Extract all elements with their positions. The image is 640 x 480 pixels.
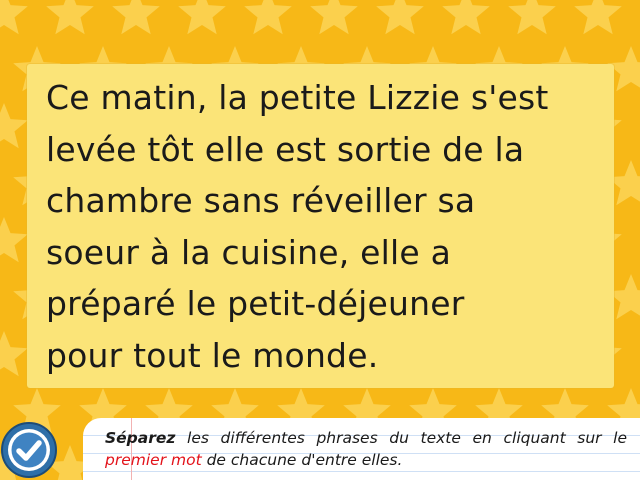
passage-word[interactable]: petit-déjeuner	[227, 284, 464, 323]
passage-word[interactable]: levée	[46, 130, 137, 169]
background-star	[0, 217, 28, 263]
background-star	[442, 0, 490, 35]
passage-word[interactable]: préparé	[46, 284, 176, 323]
passage-word[interactable]: soeur	[46, 233, 139, 272]
passage-text: Ce matin, la petite Lizzie s'est levée tô…	[46, 72, 606, 381]
passage-word[interactable]: chambre	[46, 181, 193, 220]
passage-word[interactable]: réveiller	[291, 181, 427, 220]
instruction-highlight: premier mot	[105, 451, 202, 469]
passage-word[interactable]: tôt	[147, 130, 194, 169]
passage-word[interactable]: sa	[438, 181, 476, 220]
background-star	[0, 0, 28, 35]
passage-word[interactable]: matin,	[100, 78, 207, 117]
passage-word[interactable]: tout	[133, 336, 201, 375]
background-star	[46, 0, 94, 35]
background-star	[112, 0, 160, 35]
activity-stage: Ce matin, la petite Lizzie s'est levée tô…	[0, 0, 640, 480]
text-panel: Ce matin, la petite Lizzie s'est levée tô…	[27, 64, 614, 388]
background-star	[178, 0, 226, 35]
background-star	[0, 103, 28, 149]
background-star	[310, 0, 358, 35]
passage-word[interactable]: Lizzie	[367, 78, 460, 117]
passage-word[interactable]: elle	[360, 233, 420, 272]
background-star	[574, 0, 622, 35]
passage-word[interactable]: s'est	[471, 78, 549, 117]
background-star	[376, 0, 424, 35]
passage-word[interactable]: le	[187, 284, 217, 323]
passage-word[interactable]: cuisine,	[222, 233, 350, 272]
instruction-text: Séparez les différentes phrases du texte…	[105, 427, 627, 471]
passage-word[interactable]: à	[150, 233, 170, 272]
passage-word[interactable]: la	[495, 130, 525, 169]
passage-word[interactable]: est	[275, 130, 326, 169]
passage-word[interactable]: la	[218, 78, 248, 117]
passage-word[interactable]: sortie	[337, 130, 432, 169]
passage-word[interactable]: petite	[259, 78, 357, 117]
background-star	[0, 331, 28, 377]
passage-word[interactable]: monde.	[252, 336, 378, 375]
checkmark-icon	[1, 422, 57, 478]
passage-word[interactable]: de	[442, 130, 484, 169]
passage-word[interactable]: a	[431, 233, 451, 272]
passage-word[interactable]: pour	[46, 336, 122, 375]
passage-word[interactable]: sans	[204, 181, 280, 220]
instruction-verb: Séparez	[105, 429, 176, 447]
background-star	[508, 0, 556, 35]
passage-word[interactable]: le	[212, 336, 242, 375]
instruction-part-1: les différentes phrases du texte en cliq…	[187, 429, 627, 447]
validate-button[interactable]	[0, 421, 58, 479]
passage-word[interactable]: la	[181, 233, 211, 272]
passage-word[interactable]: elle	[205, 130, 265, 169]
background-star	[244, 0, 292, 35]
instruction-part-2: de chacune d'entre elles.	[206, 451, 403, 469]
passage-word[interactable]: Ce	[46, 78, 90, 117]
